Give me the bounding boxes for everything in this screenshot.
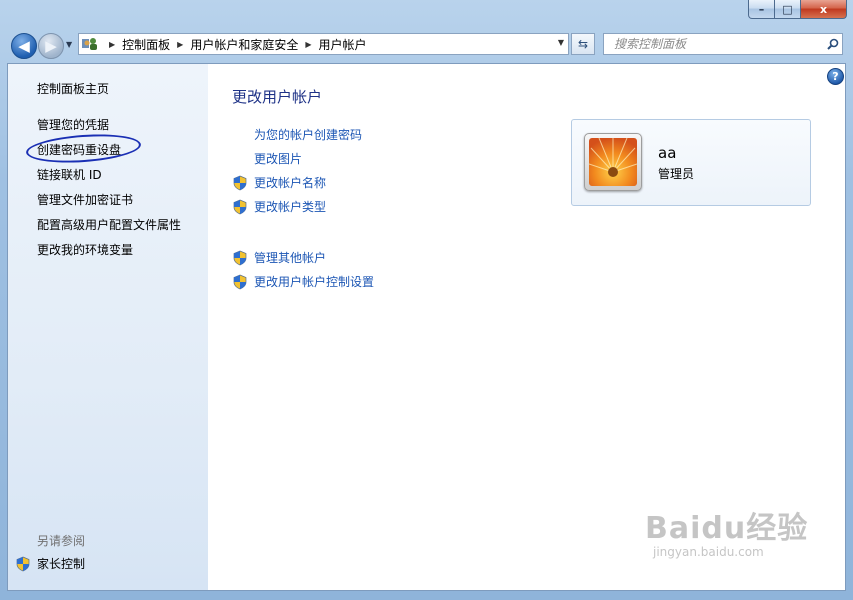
window-frame: – □ x ◀ ▶ ▼ ▶ 控制面板 ▶ 用户帐户和家庭安全 ▶ 用户帐户 ▼ … (0, 0, 853, 600)
flower-avatar-icon (589, 138, 637, 186)
task-change-picture[interactable]: 更改图片 (232, 150, 302, 167)
sidebar-item-parental-controls[interactable]: 家长控制 (15, 555, 85, 572)
breadcrumb-user-accounts-family-safety[interactable]: 用户帐户和家庭安全 (190, 36, 298, 53)
task-manage-other-accounts[interactable]: 管理其他帐户 (232, 249, 326, 266)
chevron-right-icon[interactable]: ▶ (177, 40, 183, 49)
task-change-account-type[interactable]: 更改帐户类型 (232, 198, 326, 215)
caption-buttons: – □ x (748, 0, 847, 19)
control-panel-users-icon (82, 37, 98, 51)
refresh-icon: ⇆ (577, 37, 589, 51)
user-role: 管理员 (658, 167, 695, 181)
sidebar-item-manage-credentials[interactable]: 管理您的凭据 (37, 116, 109, 133)
chevron-right-icon[interactable]: ▶ (305, 40, 311, 49)
user-account-card: aa 管理员 (571, 119, 811, 206)
question-mark-icon: ? (832, 70, 839, 83)
sidebar-item-environment-variables[interactable]: 更改我的环境变量 (37, 241, 133, 258)
task-uac-settings-link[interactable]: 更改用户帐户控制设置 (254, 273, 374, 290)
search-box[interactable] (603, 33, 843, 55)
task-uac-settings[interactable]: 更改用户帐户控制设置 (232, 273, 374, 290)
sidebar-item-link-online-id[interactable]: 链接联机 ID (37, 166, 102, 183)
uac-shield-icon (232, 250, 248, 266)
search-icon[interactable] (824, 35, 842, 53)
task-create-password-link[interactable]: 为您的帐户创建密码 (254, 126, 362, 143)
close-button[interactable]: x (801, 0, 847, 19)
forward-button[interactable]: ▶ (38, 33, 64, 59)
task-change-account-type-link[interactable]: 更改帐户类型 (254, 198, 326, 215)
hand-drawn-highlight-circle (25, 131, 142, 166)
breadcrumb-user-accounts[interactable]: 用户帐户 (319, 36, 367, 53)
task-manage-other-accounts-link[interactable]: 管理其他帐户 (254, 249, 326, 266)
task-change-picture-link[interactable]: 更改图片 (254, 150, 302, 167)
refresh-button[interactable]: ⇆ (571, 33, 595, 55)
back-button[interactable]: ◀ (11, 33, 37, 59)
uac-shield-icon (15, 556, 31, 572)
sidebar-item-file-encryption-certificates[interactable]: 管理文件加密证书 (37, 191, 133, 208)
minimize-button[interactable]: – (748, 0, 775, 19)
sidebar-item-control-panel-home[interactable]: 控制面板主页 (37, 80, 109, 97)
baidu-watermark: Baidu经验 jingyan.baidu.com (645, 503, 808, 559)
uac-shield-icon (232, 274, 248, 290)
avatar[interactable] (584, 133, 642, 191)
see-also-heading: 另请参阅 (37, 534, 86, 548)
watermark-brand: Baidu经验 (645, 511, 809, 546)
recent-pages-dropdown[interactable]: ▼ (66, 40, 72, 49)
page-title: 更改用户帐户 (232, 88, 323, 106)
breadcrumb-control-panel[interactable]: 控制面板 (122, 36, 170, 53)
task-change-account-name-link[interactable]: 更改帐户名称 (254, 174, 326, 191)
forward-arrow-icon: ▶ (45, 37, 57, 55)
help-button[interactable]: ? (827, 68, 844, 85)
sidebar-item-advanced-profile-properties[interactable]: 配置高级用户配置文件属性 (37, 216, 181, 233)
address-bar[interactable]: ▶ 控制面板 ▶ 用户帐户和家庭安全 ▶ 用户帐户 ▼ (78, 33, 569, 55)
chevron-right-icon[interactable]: ▶ (109, 40, 115, 49)
task-change-account-name[interactable]: 更改帐户名称 (232, 174, 326, 191)
address-history-dropdown[interactable]: ▼ (558, 38, 564, 47)
uac-shield-icon (232, 175, 248, 191)
uac-shield-icon (232, 199, 248, 215)
navigation-bar: ◀ ▶ ▼ ▶ 控制面板 ▶ 用户帐户和家庭安全 ▶ 用户帐户 ▼ ⇆ 搜索控制… (0, 28, 853, 62)
maximize-button[interactable]: □ (775, 0, 801, 19)
back-arrow-icon: ◀ (18, 37, 30, 55)
user-name: aa (658, 144, 677, 162)
parental-controls-label[interactable]: 家长控制 (37, 555, 85, 572)
search-input[interactable] (612, 34, 824, 54)
tasks-sidebar: 控制面板主页 管理您的凭据 创建密码重设盘 链接联机 ID 管理文件加密证书 配… (8, 64, 208, 590)
task-create-password[interactable]: 为您的帐户创建密码 (232, 126, 362, 143)
watermark-url: jingyan.baidu.com (653, 545, 764, 559)
title-bar: – □ x (0, 0, 853, 26)
